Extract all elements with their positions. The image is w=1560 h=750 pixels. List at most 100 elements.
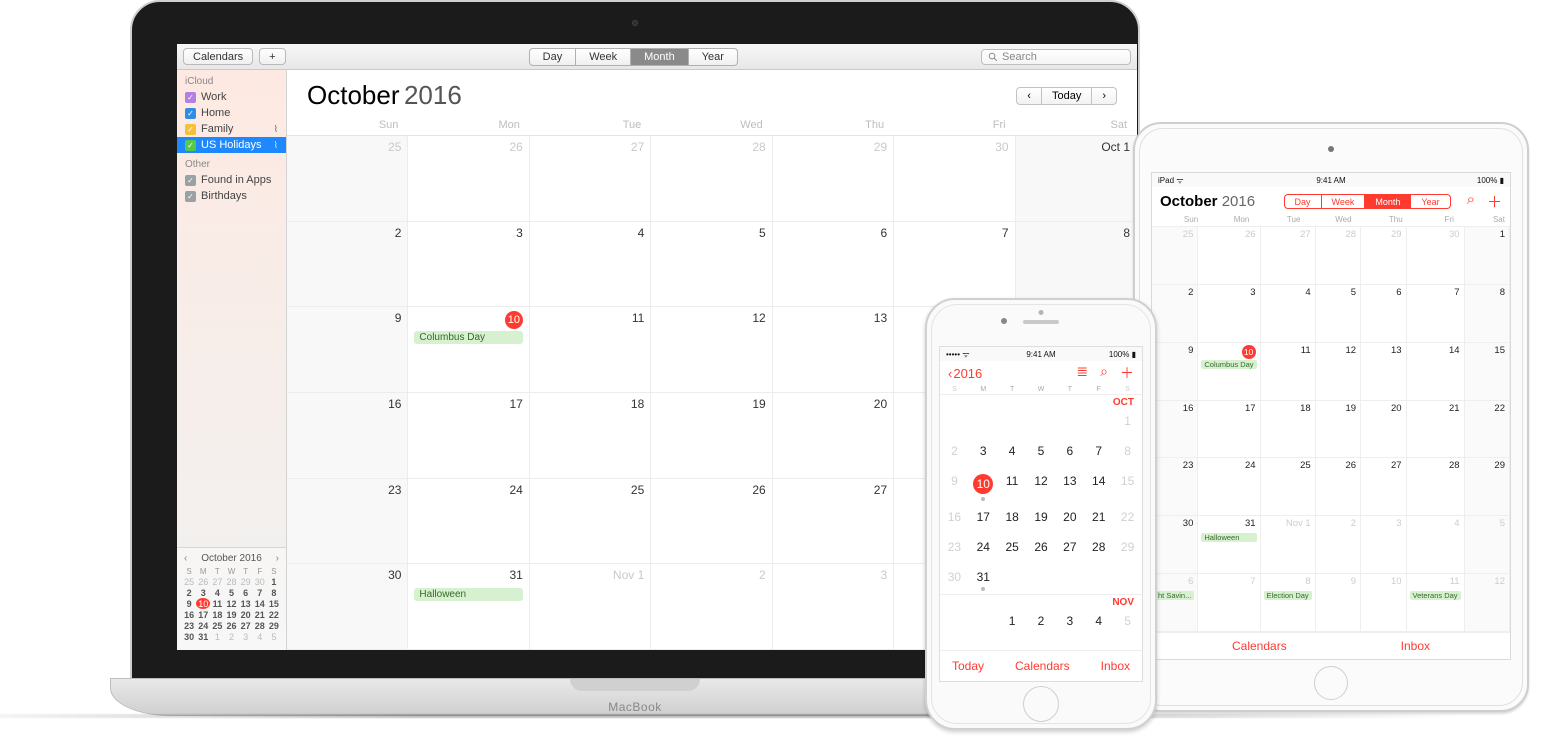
day-cell[interactable]: 26 [1316, 458, 1361, 516]
day-cell[interactable]: 26 [1027, 534, 1056, 564]
day-cell[interactable]: 3 [969, 438, 998, 468]
day-cell[interactable]: 27 [773, 479, 894, 565]
day-cell[interactable]: 4 [1261, 285, 1316, 343]
day-cell[interactable]: 30 [1152, 516, 1198, 574]
view-month[interactable]: Month [631, 48, 689, 66]
day-cell[interactable]: 26 [1198, 227, 1260, 285]
day-cell[interactable]: 25 [287, 136, 408, 222]
day-cell[interactable]: 3 [408, 222, 529, 308]
day-cell[interactable]: 10Columbus Day [408, 307, 529, 393]
mini-day[interactable]: 28 [224, 576, 238, 587]
day-cell[interactable]: 6 [1361, 285, 1406, 343]
day-cell[interactable]: 23 [287, 479, 408, 565]
mini-day[interactable]: 25 [210, 620, 224, 631]
day-cell[interactable]: 28 [1316, 227, 1361, 285]
day-cell[interactable]: 21 [1084, 504, 1113, 534]
prev-month-button[interactable]: ‹ [1016, 87, 1042, 105]
day-cell[interactable]: 2 [1027, 608, 1056, 638]
add-event-icon[interactable]: ＋ [1120, 363, 1134, 383]
mini-day[interactable]: 8 [267, 587, 281, 598]
day-cell[interactable]: 3 [773, 564, 894, 650]
mini-day[interactable]: 30 [253, 576, 267, 587]
event[interactable]: Halloween [1201, 533, 1256, 542]
mini-day[interactable]: 1 [267, 576, 281, 587]
mini-day[interactable]: 28 [253, 620, 267, 631]
day-cell[interactable]: 25 [530, 479, 651, 565]
day-cell[interactable]: 6ht Savin... [1152, 574, 1198, 632]
day-cell[interactable]: 31Halloween [1198, 516, 1260, 574]
day-cell[interactable]: 6 [773, 222, 894, 308]
calendars-link[interactable]: Calendars [1232, 639, 1287, 653]
search-icon[interactable]: ⌕ [1467, 191, 1475, 212]
day-cell[interactable]: 10 [1361, 574, 1406, 632]
mini-day[interactable]: 3 [239, 631, 253, 642]
day-cell[interactable]: 3 [1198, 285, 1260, 343]
mini-day[interactable]: 10 [196, 598, 210, 609]
day-cell[interactable]: 29 [1465, 458, 1510, 516]
day-cell[interactable]: 4 [1407, 516, 1465, 574]
day-cell[interactable]: 17 [408, 393, 529, 479]
event[interactable]: Halloween [414, 588, 522, 601]
mini-day[interactable]: 2 [224, 631, 238, 642]
day-cell[interactable]: 28 [1407, 458, 1465, 516]
iphone-home-button[interactable] [1023, 686, 1059, 722]
day-cell[interactable]: 27 [530, 136, 651, 222]
day-cell[interactable]: 27 [1055, 534, 1084, 564]
day-cell[interactable]: 31 [969, 564, 998, 594]
day-cell[interactable]: 17 [969, 504, 998, 534]
day-cell[interactable]: 16 [1152, 401, 1198, 459]
day-cell[interactable]: 8 [1465, 285, 1510, 343]
day-cell[interactable]: 27 [1261, 227, 1316, 285]
day-cell[interactable]: 8Election Day [1261, 574, 1316, 632]
view-week[interactable]: Week [1321, 195, 1365, 208]
day-cell[interactable]: 19 [651, 393, 772, 479]
calendar-item-us-holidays[interactable]: ✓US Holidays⌇ [177, 137, 286, 153]
event[interactable]: Veterans Day [1410, 591, 1461, 600]
day-cell[interactable]: 22 [1465, 401, 1510, 459]
add-event-icon[interactable]: ＋ [1487, 191, 1502, 212]
day-cell[interactable]: 2 [1152, 285, 1198, 343]
day-cell[interactable]: 2 [651, 564, 772, 650]
mini-day[interactable]: 26 [196, 576, 210, 587]
mini-next-month[interactable]: › [276, 553, 279, 564]
day-cell[interactable]: 5 [1113, 608, 1142, 638]
day-cell[interactable]: 28 [1084, 534, 1113, 564]
ipad-view-segmented[interactable]: DayWeekMonthYear [1284, 194, 1451, 209]
day-cell[interactable]: 3 [1361, 516, 1406, 574]
mini-day[interactable]: 25 [182, 576, 196, 587]
day-cell[interactable]: 20 [1055, 504, 1084, 534]
day-cell[interactable]: 12 [1027, 468, 1056, 504]
day-cell[interactable]: 4 [998, 438, 1027, 468]
day-cell[interactable]: 2 [940, 438, 969, 468]
day-cell[interactable]: 30 [894, 136, 1015, 222]
day-cell[interactable]: 4 [530, 222, 651, 308]
day-cell[interactable]: 25 [998, 534, 1027, 564]
day-cell[interactable]: 11Veterans Day [1407, 574, 1465, 632]
event[interactable]: Election Day [1264, 591, 1312, 600]
day-cell[interactable]: 14 [1407, 343, 1465, 401]
mini-day[interactable]: 1 [210, 631, 224, 642]
day-cell[interactable]: 16 [287, 393, 408, 479]
day-cell[interactable]: 5 [1316, 285, 1361, 343]
mini-day[interactable]: 17 [196, 609, 210, 620]
day-cell[interactable]: 5 [651, 222, 772, 308]
today-link[interactable]: Today [952, 659, 984, 673]
back-button[interactable]: ‹ 2016 [948, 366, 982, 381]
day-cell[interactable]: 15 [1465, 343, 1510, 401]
day-cell[interactable]: 5 [1027, 438, 1056, 468]
day-cell[interactable]: 11 [1261, 343, 1316, 401]
day-cell[interactable]: 6 [1055, 438, 1084, 468]
day-cell[interactable]: 7 [1198, 574, 1260, 632]
day-cell[interactable]: 22 [1113, 504, 1142, 534]
day-cell[interactable]: 18 [530, 393, 651, 479]
mini-day[interactable]: 31 [196, 631, 210, 642]
day-cell[interactable]: 19 [1027, 504, 1056, 534]
day-cell[interactable]: 10 [969, 468, 998, 504]
day-cell[interactable]: 8 [1016, 222, 1137, 308]
view-month[interactable]: Month [1364, 195, 1410, 208]
day-cell[interactable]: Nov 1 [530, 564, 651, 650]
calendars-button[interactable]: Calendars [183, 48, 253, 65]
day-cell[interactable]: 1 [998, 608, 1027, 638]
mini-day[interactable]: 6 [239, 587, 253, 598]
mini-day[interactable]: 23 [182, 620, 196, 631]
